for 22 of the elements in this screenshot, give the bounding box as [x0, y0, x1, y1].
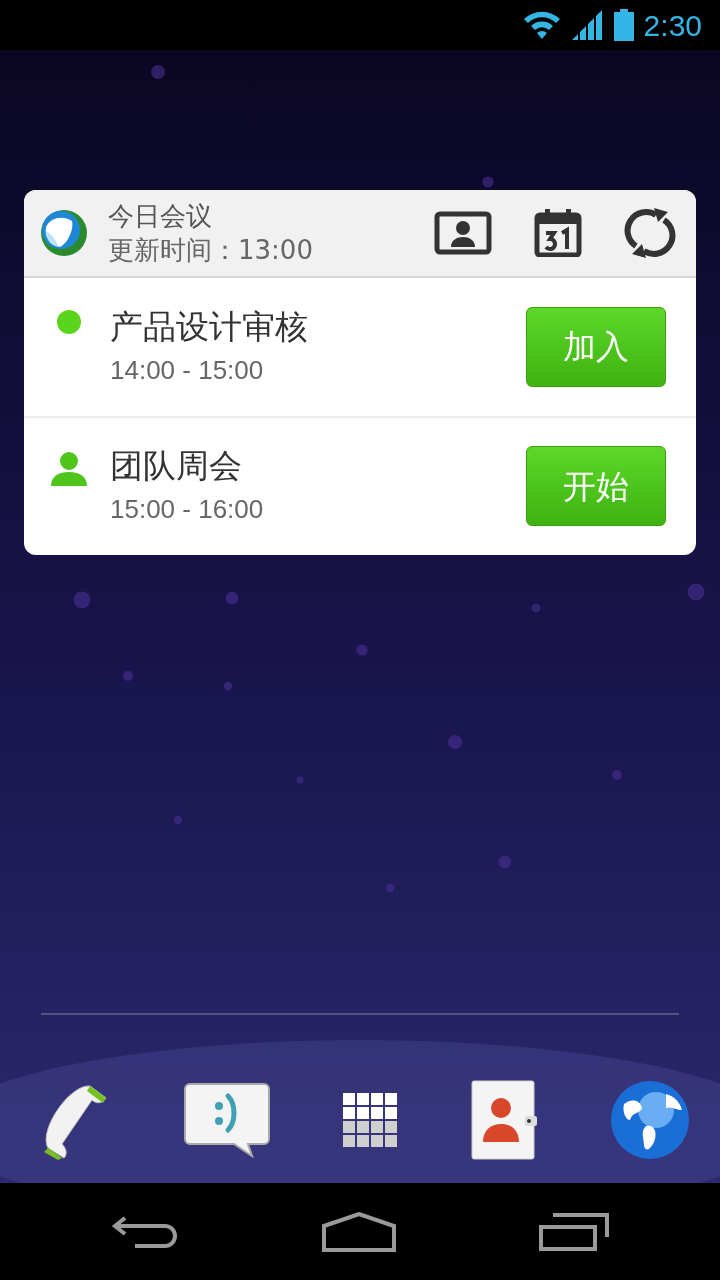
app-grid-icon[interactable]	[343, 1093, 397, 1147]
home-icon[interactable]	[322, 1211, 396, 1252]
meeting-title: 产品设计审核	[110, 305, 308, 348]
meeting-time: 14:00 - 15:00	[110, 353, 265, 387]
contacts-icon[interactable]	[470, 1080, 537, 1160]
calendar-icon[interactable]	[534, 209, 582, 257]
meeting-title: 团队周会	[110, 445, 243, 488]
battery-icon	[613, 9, 634, 41]
meeting-action-button[interactable]: 开始	[526, 446, 666, 527]
meeting-time: 15:00 - 16:00	[110, 493, 264, 527]
meeting-action-button[interactable]: 加入	[526, 306, 666, 387]
widget-title: 今日会议	[108, 200, 213, 233]
messaging-icon[interactable]	[183, 1082, 270, 1158]
recent-apps-icon[interactable]	[538, 1212, 609, 1251]
signal-icon	[571, 10, 604, 40]
app-logo-icon	[40, 209, 88, 257]
clock: 2:30	[643, 7, 702, 44]
update-time: 更新时间：13:00	[108, 234, 313, 267]
contact-card-icon[interactable]	[434, 211, 492, 255]
globe-icon[interactable]	[610, 1080, 690, 1160]
refresh-icon[interactable]	[624, 208, 676, 258]
person-icon	[49, 449, 89, 486]
